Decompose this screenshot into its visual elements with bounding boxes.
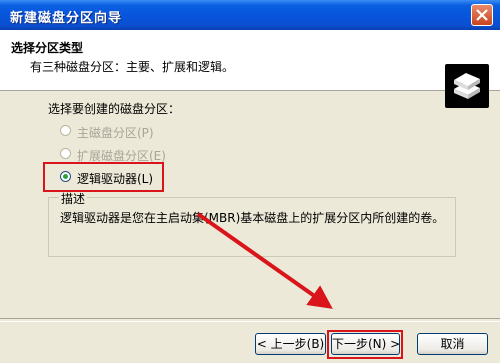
- description-group: [48, 197, 456, 257]
- description-legend: 描述: [59, 190, 88, 207]
- wizard-window: 新建磁盘分区向导 选择分区类型 有三种磁盘分区：主要、扩展和逻辑。 选择要创建的…: [0, 0, 500, 363]
- back-button[interactable]: < 上一步(B): [255, 333, 326, 355]
- header-title: 选择分区类型: [11, 41, 84, 55]
- window-title: 新建磁盘分区向导: [10, 11, 123, 26]
- radio-circle: [60, 125, 71, 136]
- highlight-box-next-button: [327, 330, 403, 359]
- radio-label: 主磁盘分区(P): [77, 126, 154, 140]
- highlight-box-logical-drive: [43, 162, 164, 192]
- partition-section-label: 选择要创建的磁盘分区：: [48, 102, 181, 116]
- close-button[interactable]: [471, 4, 493, 26]
- cancel-button[interactable]: 取消: [417, 333, 488, 355]
- close-icon: [476, 9, 488, 21]
- wizard-header: 选择分区类型 有三种磁盘分区：主要、扩展和逻辑。: [0, 30, 500, 108]
- radio-circle: [60, 148, 71, 159]
- disk-stack-icon: [445, 64, 489, 108]
- title-bar[interactable]: 新建磁盘分区向导: [0, 0, 500, 30]
- button-separator: [0, 318, 500, 322]
- header-subtitle: 有三种磁盘分区：主要、扩展和逻辑。: [30, 60, 235, 74]
- description-text: 逻辑驱动器是您在主启动集(MBR)基本磁盘上的扩展分区内所创建的卷。: [60, 211, 445, 225]
